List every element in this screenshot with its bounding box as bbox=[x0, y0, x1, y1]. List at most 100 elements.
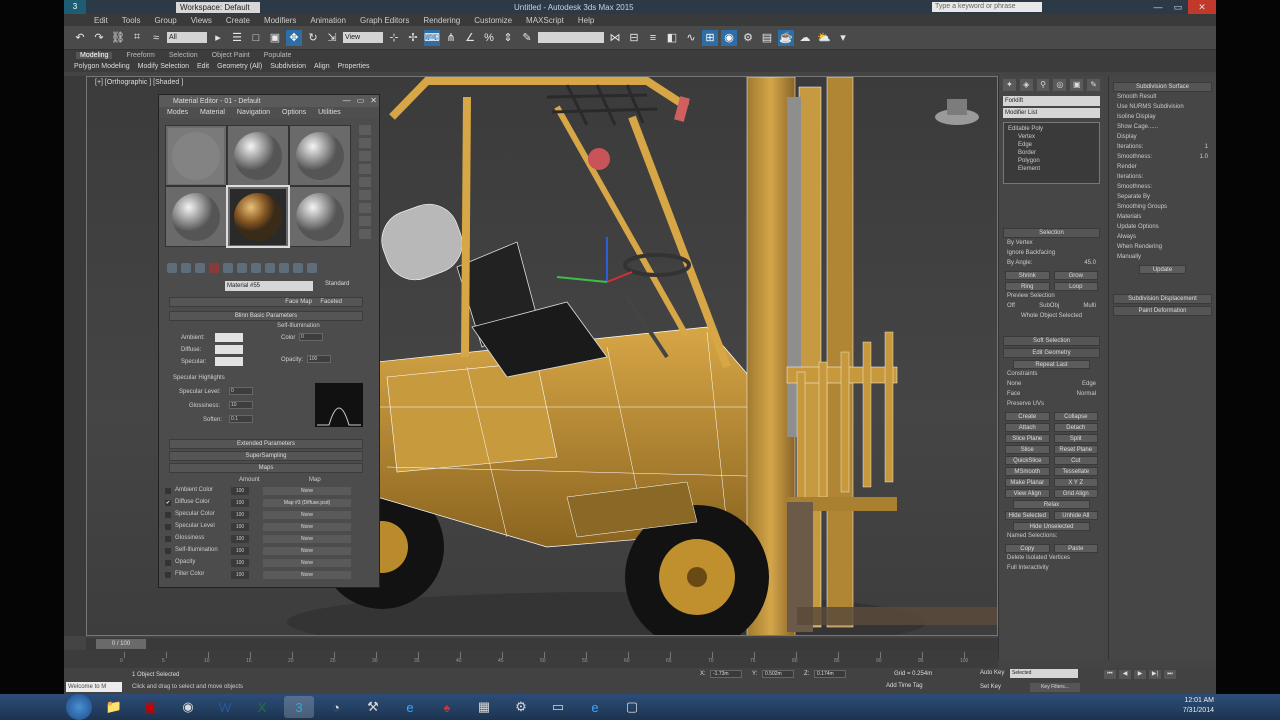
display-tab-icon[interactable]: ▣ bbox=[1070, 79, 1084, 91]
tessellate-button[interactable]: Tessellate bbox=[1053, 467, 1098, 476]
maps-rollout[interactable]: Maps bbox=[169, 463, 363, 473]
soften-spinner[interactable]: 0.1 bbox=[229, 415, 253, 423]
show-end-result-icon[interactable] bbox=[279, 263, 289, 273]
by-vertex-checkbox[interactable]: By Vertex bbox=[1007, 240, 1033, 249]
use-nurms-checkbox[interactable]: Use NURMS Subdivision bbox=[1117, 104, 1184, 113]
attach-button[interactable]: Attach bbox=[1005, 423, 1050, 432]
menu-create[interactable]: Create bbox=[226, 16, 250, 25]
paint-deformation-rollout[interactable]: Paint Deformation bbox=[1113, 306, 1212, 316]
align-icon[interactable]: ⊟ bbox=[626, 30, 642, 46]
glossiness-spinner[interactable]: 10 bbox=[229, 401, 253, 409]
assign-to-selection-icon[interactable] bbox=[195, 263, 205, 273]
subdivision-surface-rollout[interactable]: Subdivision Surface bbox=[1113, 82, 1212, 92]
menu-group[interactable]: Group bbox=[154, 16, 176, 25]
pdf-icon[interactable]: ▣ bbox=[136, 696, 166, 718]
x-coord-field[interactable]: -1.73m bbox=[710, 670, 742, 678]
map-amount-spinner[interactable]: 100 bbox=[231, 487, 249, 495]
update-button[interactable]: Update bbox=[1139, 265, 1186, 274]
menu-help[interactable]: Help bbox=[578, 16, 594, 25]
menu-modifiers[interactable]: Modifiers bbox=[264, 16, 296, 25]
y-coord-field[interactable]: 0.502m bbox=[762, 670, 794, 678]
edit-geometry-rollout[interactable]: Edit Geometry bbox=[1003, 348, 1100, 358]
create-button[interactable]: Create bbox=[1005, 412, 1050, 421]
stack-edge[interactable]: Edge bbox=[1008, 141, 1095, 149]
go-to-start-icon[interactable]: ⏮ bbox=[1104, 670, 1116, 679]
go-to-end-icon[interactable]: ⏭ bbox=[1164, 670, 1176, 679]
workspace-dropdown[interactable]: Workspace: Default bbox=[176, 1, 260, 13]
3dsmax-icon[interactable]: 3 bbox=[284, 696, 314, 718]
link-icon[interactable]: ⛓ bbox=[110, 30, 126, 46]
xyz-buttons[interactable]: X Y Z bbox=[1053, 478, 1098, 487]
menu-tools[interactable]: Tools bbox=[122, 16, 141, 25]
opacity-spinner[interactable]: 100 bbox=[307, 355, 331, 363]
selection-rollout[interactable]: Selection bbox=[1003, 228, 1100, 238]
menu-animation[interactable]: Animation bbox=[310, 16, 346, 25]
menu-customize[interactable]: Customize bbox=[474, 16, 512, 25]
med-menu-modes[interactable]: Modes bbox=[167, 109, 188, 116]
video-check-icon[interactable] bbox=[359, 177, 371, 187]
go-to-parent-icon[interactable] bbox=[293, 263, 303, 273]
stack-vertex[interactable]: Vertex bbox=[1008, 133, 1095, 141]
select-object-icon[interactable]: ▸ bbox=[210, 30, 226, 46]
show-shaded-icon[interactable] bbox=[265, 263, 275, 273]
go-forward-icon[interactable] bbox=[307, 263, 317, 273]
named-selection-dropdown[interactable] bbox=[538, 32, 604, 43]
material-editor-titlebar[interactable]: Material Editor - 01 - Default — ▭ ✕ bbox=[159, 95, 379, 107]
ie-icon[interactable]: e bbox=[395, 696, 425, 718]
track-bar[interactable]: 0 5 10 15 20 25 30 35 40 45 50 55 60 65 70 75 80 85 90 95 10… bbox=[64, 650, 998, 668]
map-enable-checkbox[interactable] bbox=[165, 560, 171, 566]
map-enable-checkbox[interactable]: ✔ bbox=[165, 500, 171, 506]
diffuse-swatch[interactable] bbox=[215, 345, 243, 354]
stack-polygon[interactable]: Polygon bbox=[1008, 157, 1095, 165]
chat-icon[interactable]: ▢ bbox=[617, 696, 647, 718]
detach-button[interactable]: Detach bbox=[1053, 423, 1098, 432]
face-map-checkbox[interactable]: Face Map bbox=[285, 299, 312, 305]
ribbon-tab-freeform[interactable]: Freeform bbox=[126, 52, 154, 59]
uv-tiling-icon[interactable] bbox=[359, 164, 371, 174]
options-icon[interactable] bbox=[359, 203, 371, 213]
render-production-icon[interactable]: ☕ bbox=[778, 29, 794, 46]
mirror-icon[interactable]: ⋈ bbox=[607, 30, 623, 46]
med-menu-material[interactable]: Material bbox=[200, 109, 225, 116]
material-name-field[interactable]: Material #55 bbox=[225, 281, 313, 291]
reset-plane-button[interactable]: Reset Plane bbox=[1053, 445, 1098, 454]
map-slot-button[interactable]: None bbox=[263, 523, 351, 531]
chrome-icon[interactable]: ◉ bbox=[173, 696, 203, 718]
map-enable-checkbox[interactable] bbox=[165, 572, 171, 578]
preserve-uvs-checkbox[interactable]: Preserve UVs bbox=[1007, 401, 1044, 410]
map-slot-button[interactable]: Map #3 (Diffuse.psd) bbox=[263, 499, 351, 507]
a360-icon[interactable]: ⛅ bbox=[816, 30, 832, 46]
show-cage-checkbox[interactable]: Show Cage...... bbox=[1117, 124, 1158, 133]
background-icon[interactable] bbox=[359, 151, 371, 161]
ribbon-tab-object-paint[interactable]: Object Paint bbox=[212, 52, 250, 59]
get-material-icon[interactable] bbox=[167, 263, 177, 273]
reset-map-icon[interactable] bbox=[209, 263, 219, 273]
map-amount-spinner[interactable]: 100 bbox=[231, 571, 249, 579]
ribbon-tab-modeling[interactable]: Modeling bbox=[76, 52, 113, 59]
specular-level-spinner[interactable]: 0 bbox=[229, 387, 253, 395]
always-radio[interactable]: Always bbox=[1117, 234, 1136, 243]
ie2-icon[interactable]: e bbox=[580, 696, 610, 718]
map-enable-checkbox[interactable] bbox=[165, 512, 171, 518]
activeshade-icon[interactable]: ▾ bbox=[835, 30, 851, 46]
hide-unselected-button[interactable]: Hide Unselected bbox=[1013, 522, 1090, 531]
spinner-snap-icon[interactable]: ⇕ bbox=[500, 30, 516, 46]
close-icon[interactable]: ✕ bbox=[1188, 0, 1216, 14]
material-type-button[interactable]: Standard bbox=[325, 281, 349, 287]
materials-checkbox[interactable]: Materials bbox=[1117, 214, 1141, 223]
map-slot-button[interactable]: None bbox=[263, 547, 351, 555]
subdivision-displacement-rollout[interactable]: Subdivision Displacement bbox=[1113, 294, 1212, 304]
selection-filter-dropdown[interactable]: All bbox=[167, 32, 207, 43]
display-smoothness-spinner[interactable]: 1.0 bbox=[1200, 154, 1208, 163]
map-amount-spinner[interactable]: 100 bbox=[231, 499, 249, 507]
render-setup-icon[interactable]: ⚙ bbox=[740, 30, 756, 46]
material-editor-window[interactable]: Material Editor - 01 - Default — ▭ ✕ Mod… bbox=[158, 94, 380, 588]
hide-selected-button[interactable]: Hide Selected bbox=[1005, 511, 1050, 520]
set-key-button[interactable]: Set Key bbox=[980, 684, 1001, 690]
sample-type-icon[interactable] bbox=[359, 125, 371, 135]
hierarchy-tab-icon[interactable]: ⚲ bbox=[1036, 79, 1050, 91]
slice-plane-button[interactable]: Slice Plane bbox=[1005, 434, 1050, 443]
motion-tab-icon[interactable]: ◎ bbox=[1053, 79, 1067, 91]
grow-button[interactable]: Grow bbox=[1053, 271, 1098, 280]
self-illum-spinner[interactable]: 0 bbox=[299, 333, 323, 341]
